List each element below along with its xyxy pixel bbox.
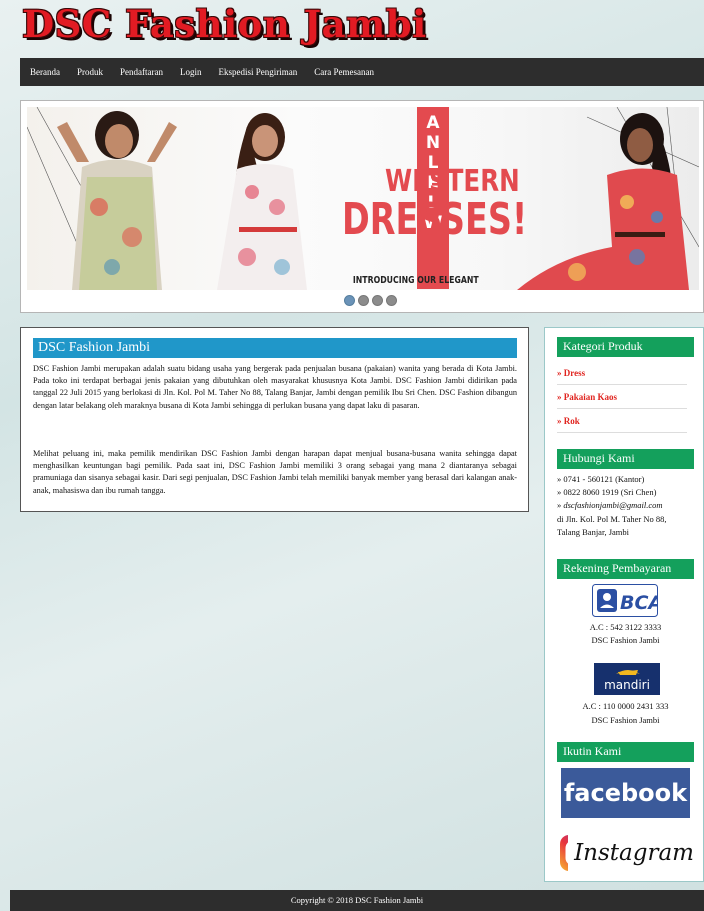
banner-letter: N xyxy=(425,133,441,153)
svg-text:BCA: BCA xyxy=(620,592,658,614)
payment-heading: Rekening Pembayaran xyxy=(557,559,694,579)
image-slider: A N L E L W WESTERN DRESSES! INTRODUCING… xyxy=(20,100,704,313)
nav-item-pendaftaran[interactable]: Pendaftaran xyxy=(120,67,163,77)
facebook-label: facebook xyxy=(563,779,688,807)
mandiri-account-name: DSC Fashion Jambi xyxy=(591,715,660,725)
nav-item-cara-pemesanan[interactable]: Cara Pemesanan xyxy=(314,67,374,77)
main-paragraph-1: DSC Fashion Jambi merupakan adalah suatu… xyxy=(33,364,517,410)
category-dress[interactable]: » Dress xyxy=(557,368,687,378)
slider-dot-2[interactable] xyxy=(358,295,369,306)
nav-item-login[interactable]: Login xyxy=(180,67,202,77)
slider-dot-3[interactable] xyxy=(372,295,383,306)
nav-item-ekspedisi-pengiriman[interactable]: Ekspedisi Pengiriman xyxy=(218,67,297,77)
main-content: DSC Fashion Jambi DSC Fashion Jambi meru… xyxy=(20,327,529,512)
contact-phone-office: » 0741 - 560121 (Kantor) xyxy=(557,474,645,484)
slider-dots xyxy=(344,295,397,306)
main-title: DSC Fashion Jambi xyxy=(33,338,517,358)
main-paragraph-2: Melihat peluang ini, maka pemilik mendir… xyxy=(33,449,517,495)
bca-account-number: A.C : 542 3122 3333 xyxy=(589,622,662,632)
categories-heading: Kategori Produk xyxy=(557,337,694,357)
contact-address-1: di Jln. Kol. Pol M. Taher No 88, xyxy=(557,514,667,524)
follow-heading: Ikutin Kami xyxy=(557,742,694,762)
banner-tagline: INTRODUCING OUR ELEGANT xyxy=(352,275,479,286)
banner-ad-text: A N L E L W WESTERN DRESSES! INTRODUCING… xyxy=(342,107,532,290)
contact-email[interactable]: dscfashionjambi@gmail.com xyxy=(563,500,662,510)
copyright-text: Copyright © 2018 DSC Fashion Jambi xyxy=(290,895,424,905)
site-header: DSC Fashion Jambi xyxy=(0,0,704,58)
contact-phone-owner: » 0822 8060 1919 (Sri Chen) xyxy=(557,487,657,497)
slider-dot-4[interactable] xyxy=(386,295,397,306)
sidebar: Kategori Produk » Dress » Pakaian Kaos »… xyxy=(544,327,704,882)
instagram-link[interactable]: Instagram xyxy=(559,830,694,876)
nav-item-produk[interactable]: Produk xyxy=(77,67,103,77)
slider-dot-1[interactable] xyxy=(344,295,355,306)
banner-headline-2: DRESSES! xyxy=(342,194,528,245)
divider xyxy=(557,408,687,409)
bca-account-name: DSC Fashion Jambi xyxy=(591,635,660,645)
model-photo-1 xyxy=(57,111,177,290)
mandiri-logo-icon: mandiri xyxy=(594,663,660,695)
contact-heading: Hubungi Kami xyxy=(557,449,694,469)
contact-email-line: » dscfashionjambi@gmail.com xyxy=(557,499,697,512)
nav-item-beranda[interactable]: Beranda xyxy=(30,67,60,77)
model-photo-2 xyxy=(217,113,307,290)
category-rok[interactable]: » Rok xyxy=(557,416,687,426)
instagram-label: Instagram xyxy=(574,840,694,866)
svg-text:mandiri: mandiri xyxy=(604,678,650,692)
contact-address-2: Talang Banjar, Jambi xyxy=(557,527,630,537)
banner-letter: A xyxy=(426,113,440,133)
instagram-icon xyxy=(560,835,569,871)
model-photo-3 xyxy=(517,113,689,290)
divider xyxy=(557,432,687,433)
facebook-link[interactable]: facebook xyxy=(561,768,690,818)
footer: Copyright © 2018 DSC Fashion Jambi xyxy=(10,890,704,911)
main-navbar: Beranda Produk Pendaftaran Login Ekspedi… xyxy=(20,58,704,86)
site-title[interactable]: DSC Fashion Jambi xyxy=(22,2,427,46)
divider xyxy=(557,384,687,385)
banner-headline-1: WESTERN xyxy=(385,164,520,199)
bca-logo-icon: BCA xyxy=(592,584,658,617)
mandiri-account-number: A.C : 110 0000 2431 333 xyxy=(582,701,669,711)
slide-banner[interactable]: A N L E L W WESTERN DRESSES! INTRODUCING… xyxy=(27,107,699,290)
category-pakaian-kaos[interactable]: » Pakaian Kaos xyxy=(557,392,687,402)
